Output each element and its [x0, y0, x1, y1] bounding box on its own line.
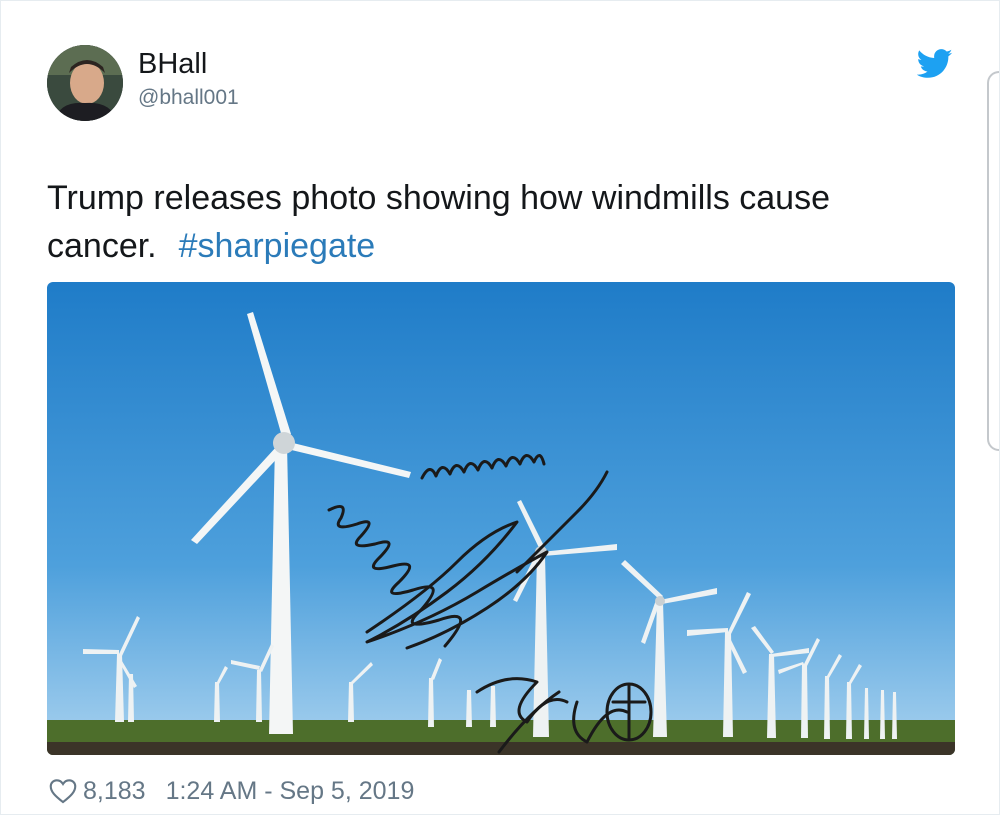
display-name[interactable]: BHall [138, 47, 207, 81]
tweet-media[interactable] [47, 282, 955, 755]
wind-turbines-photo [47, 282, 955, 755]
tweet-footer: 8,183 1:24 AM - Sep 5, 2019 [49, 773, 414, 809]
hashtag-link[interactable]: #sharpiegate [179, 227, 376, 265]
tweet-body: Trump releases photo showing how windmil… [47, 179, 830, 265]
timestamp[interactable]: 1:24 AM - Sep 5, 2019 [166, 777, 415, 806]
like-count[interactable]: 8,183 [83, 777, 146, 806]
heart-icon[interactable] [49, 778, 77, 804]
avatar[interactable] [47, 45, 123, 121]
tweet-card: BHall @bhall001 Trump releases photo sho… [0, 0, 1000, 815]
user-handle[interactable]: @bhall001 [138, 85, 239, 111]
scrollbar[interactable] [987, 71, 999, 451]
twitter-bird-icon[interactable] [916, 49, 953, 79]
avatar-image [47, 45, 123, 121]
tweet-text: Trump releases photo showing how windmil… [47, 174, 947, 270]
